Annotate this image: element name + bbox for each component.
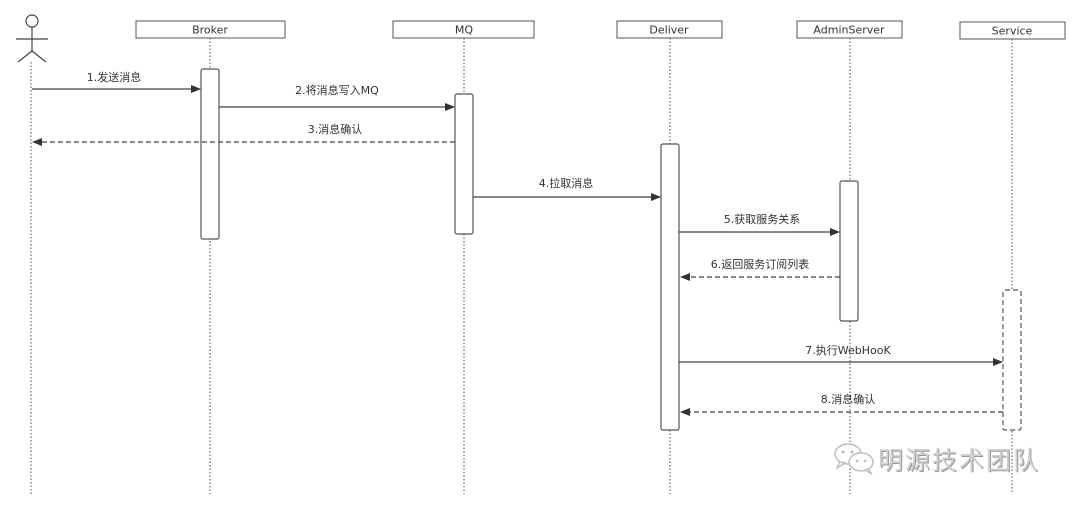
- activation-adminserver: [839, 180, 859, 322]
- activation-deliver: [660, 143, 680, 431]
- watermark-text: 明源技术团队: [878, 446, 1041, 475]
- participant-label-adminserver: AdminServer: [813, 24, 885, 37]
- stick-figure-actor-icon: [16, 14, 48, 63]
- message-5: 5.获取服务关系: [679, 212, 840, 236]
- participant-label-mq: MQ: [455, 24, 473, 37]
- activation-broker: [200, 68, 220, 240]
- participant-label-deliver: Deliver: [649, 24, 689, 37]
- message-3: 3.消息确认: [32, 122, 455, 146]
- message-label: 1.发送消息: [87, 70, 142, 84]
- message-label: 4.拉取消息: [539, 176, 594, 190]
- message-label: 7.执行WebHooK: [805, 343, 891, 357]
- actor: [16, 14, 48, 494]
- message-1: 1.发送消息: [32, 70, 201, 93]
- sequence-diagram: Broker MQ Deliver AdminServer Service 1.…: [16, 14, 1066, 494]
- message-8: 8.消息确认: [680, 392, 1003, 416]
- message-label: 3.消息确认: [308, 122, 363, 136]
- activation-mq: [454, 93, 474, 235]
- activation-service: [1002, 289, 1022, 431]
- participant-mq: MQ: [392, 20, 535, 494]
- message-6: 6.返回服务订阅列表: [680, 257, 840, 281]
- message-label: 5.获取服务关系: [724, 212, 801, 226]
- watermark: 明源技术团队: [832, 441, 1040, 477]
- message-7: 7.执行WebHooK: [679, 343, 1003, 366]
- message-label: 6.返回服务订阅列表: [711, 257, 810, 271]
- participant-label-service: Service: [992, 25, 1033, 38]
- participant-label-broker: Broker: [192, 24, 228, 37]
- message-label: 8.消息确认: [821, 392, 876, 406]
- message-2: 2.将消息写入MQ: [219, 83, 455, 111]
- wechat-icon: [834, 443, 874, 475]
- message-label: 2.将消息写入MQ: [295, 83, 379, 97]
- message-4: 4.拉取消息: [473, 176, 661, 201]
